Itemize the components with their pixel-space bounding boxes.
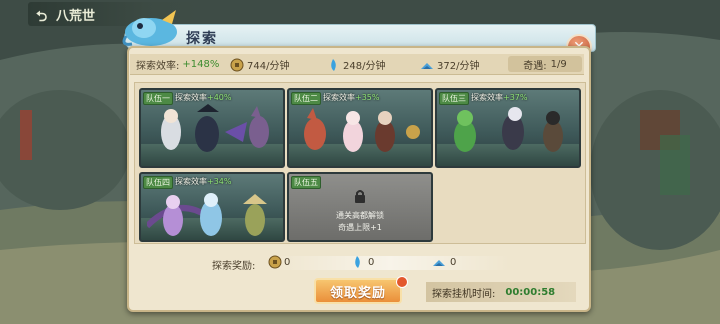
team-eff-value: +34%	[207, 177, 232, 186]
efficiency-value: +148%	[182, 59, 220, 70]
ore-icon	[433, 260, 445, 266]
mascot-icon	[122, 10, 177, 46]
back-arrow-icon[interactable]: ⮌	[36, 6, 47, 30]
idle-value: 00:00:58	[505, 286, 556, 298]
team-eff-value: +37%	[503, 93, 528, 102]
team-card-2[interactable]: 队伍二 探索效率+35%	[287, 88, 433, 168]
team-eff-label: 探索效率	[323, 93, 355, 102]
coin-icon	[230, 58, 244, 71]
encounter-value: 1/9	[550, 58, 567, 70]
team-eff-value: +35%	[355, 93, 380, 102]
ore-rate: 372/分钟	[437, 61, 480, 72]
team-card-4[interactable]: 队伍四 探索效率+34%	[139, 172, 285, 242]
reward-coin: 0	[284, 257, 291, 268]
coin-icon	[268, 255, 282, 269]
efficiency-label: 探索效率:	[136, 61, 180, 72]
team-eff-value: +40%	[207, 93, 232, 102]
coin-rate-stat: 744/分钟	[230, 57, 289, 72]
encounter-counter: 奇遇: 1/9	[508, 56, 582, 72]
lock-reward: 奇遇上限+1	[338, 223, 382, 232]
lock-condition: 通关高都解锁	[336, 211, 384, 220]
team-card-1[interactable]: 队伍一 探索效率+40%	[139, 88, 285, 168]
team-characters	[304, 108, 420, 152]
coin-rate: 744/分钟	[247, 61, 290, 72]
reward-ore: 0	[450, 257, 457, 268]
reward-label: 探索奖励:	[212, 261, 256, 272]
crystal-icon	[355, 256, 360, 268]
team-eff-label: 探索效率	[175, 177, 207, 186]
ore-icon	[421, 62, 433, 69]
team-eff-label: 探索效率	[175, 93, 207, 102]
team-characters	[161, 104, 269, 152]
idle-label: 探索挂机时间:	[432, 288, 496, 300]
team-characters	[454, 107, 563, 152]
team-characters	[147, 193, 267, 236]
idle-time: 探索挂机时间: 00:00:58	[426, 282, 576, 302]
crystal-rate-stat: 248/分钟	[326, 57, 385, 72]
claim-reward-button[interactable]: 领取奖励	[314, 278, 402, 304]
crystal-icon	[331, 58, 336, 71]
crystal-rate: 248/分钟	[343, 61, 386, 72]
lock-icon	[355, 190, 365, 203]
panel-title: 探索	[186, 31, 218, 47]
ore-rate-stat: 372/分钟	[420, 57, 479, 72]
reward-row: 探索奖励: 0 0 0	[200, 254, 500, 272]
team-tag: 队伍五	[291, 176, 321, 189]
notification-dot	[396, 276, 408, 288]
encounter-label: 奇遇:	[523, 60, 547, 72]
efficiency-stat: 探索效率: +148%	[136, 57, 219, 72]
team-eff-label: 探索效率	[471, 93, 503, 102]
location-title: 八荒世	[56, 8, 96, 24]
team-card-5-locked[interactable]: 队伍五 通关高都解锁 奇遇上限+1	[287, 172, 433, 242]
team-card-3[interactable]: 队伍三 探索效率+37%	[435, 88, 581, 168]
reward-crystal: 0	[368, 257, 375, 268]
